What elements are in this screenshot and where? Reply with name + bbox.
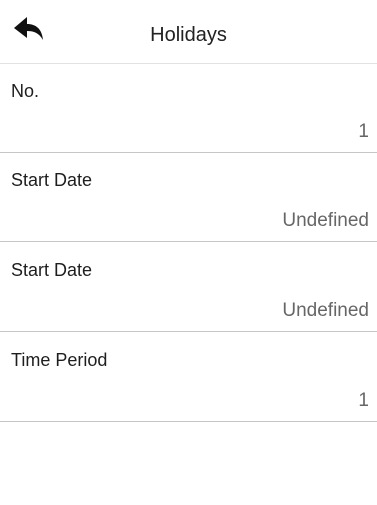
field-value-start-date: Undefined	[282, 210, 369, 231]
field-label-number: No.	[11, 81, 40, 101]
field-value-start-date-2: Undefined	[282, 300, 369, 321]
field-label-time-period: Time Period	[11, 350, 108, 370]
field-row-start-date-2[interactable]: Start Date Undefined	[0, 243, 377, 332]
field-value-number: 1	[358, 121, 369, 142]
header-bar: Holidays	[0, 0, 377, 64]
field-row-start-date[interactable]: Start Date Undefined	[0, 153, 377, 242]
field-label-start-date: Start Date	[11, 170, 93, 190]
field-row-number[interactable]: No. 1	[0, 64, 377, 153]
field-row-time-period[interactable]: Time Period 1	[0, 333, 377, 422]
field-value-time-period: 1	[358, 390, 369, 411]
field-label-start-date-2: Start Date	[11, 260, 93, 280]
page-title: Holidays	[150, 24, 227, 46]
